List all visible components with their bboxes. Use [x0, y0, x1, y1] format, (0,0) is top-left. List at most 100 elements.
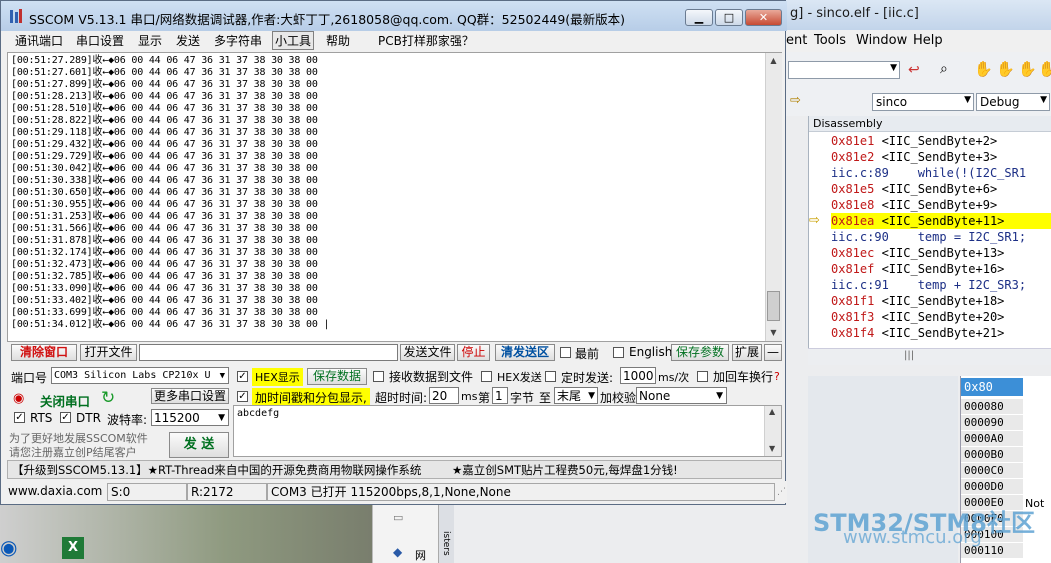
scroll-up-icon[interactable]: ▲	[766, 53, 781, 68]
port-select[interactable]: COM3 Silicon Labs CP210x U ▼	[51, 367, 229, 384]
network-icon[interactable]: ◆	[393, 545, 402, 559]
add-cr-checkbox[interactable]	[697, 371, 708, 382]
receive-area[interactable]: [00:51:27.289]收←◆06 00 44 06 47 36 31 37…	[7, 52, 782, 342]
recv-to-file-checkbox[interactable]	[373, 371, 384, 382]
hand-icon-3[interactable]: ✋	[1018, 60, 1037, 78]
clear-window-button[interactable]: 清除窗口	[11, 344, 77, 361]
sscom-titlebar[interactable]: SSCOM V5.13.1 串口/网络数据调试器,作者:大虾丁丁,2618058…	[1, 1, 787, 31]
disasm-line-current[interactable]: 0x81ea <IIC_SendByte+11>	[831, 213, 1051, 229]
receive-vertical-scrollbar[interactable]: ▲ ▼	[765, 53, 782, 341]
disasm-text: <IIC_SendByte+6>	[874, 182, 998, 196]
english-checkbox[interactable]	[613, 347, 624, 358]
file-path-field[interactable]	[139, 344, 398, 361]
scroll-down-icon[interactable]: ▼	[769, 444, 775, 453]
refresh-icon[interactable]: ↻	[101, 388, 115, 408]
disasm-line[interactable]: 0x81ec <IIC_SendByte+13>	[831, 245, 1004, 261]
scroll-grip: |||	[904, 350, 915, 361]
scroll-thumb[interactable]	[767, 291, 780, 321]
jump-icon[interactable]: ↩	[908, 62, 920, 78]
target-combo[interactable]: sinco ▼	[872, 93, 974, 111]
scroll-icon[interactable]: ▭	[393, 511, 403, 524]
chevron-down-icon: ▼	[219, 371, 225, 381]
menu-display[interactable]: 显示	[136, 32, 164, 49]
dtr-checkbox[interactable]: ✓	[60, 412, 71, 423]
disasm-line[interactable]: iic.c:90 temp = I2C_SR1;	[831, 229, 1026, 245]
expand-button[interactable]: 扩展	[732, 344, 762, 361]
send-vertical-scrollbar[interactable]: ▲ ▼	[764, 406, 781, 456]
open-file-button[interactable]: 打开文件	[80, 344, 137, 361]
send-file-button[interactable]: 发送文件	[400, 344, 455, 361]
menu-pcb-ad[interactable]: PCB打样那家强？	[376, 32, 476, 49]
close-port-button[interactable]: 关闭串口	[40, 391, 90, 410]
disasm-line[interactable]: 0x81e1 <IIC_SendByte+2>	[831, 133, 997, 149]
minimize-button[interactable]: ▁	[685, 9, 713, 26]
disasm-text: <IIC_SendByte+11>	[874, 214, 1005, 228]
hex-display-checkbox[interactable]: ✓	[237, 371, 248, 382]
hand-icon[interactable]: ✋	[974, 60, 993, 78]
save-params-button[interactable]: 保存参数	[671, 344, 729, 361]
end-select[interactable]: 末尾 ▼	[554, 387, 598, 404]
find-icon[interactable]: ⌕	[940, 61, 948, 77]
checksum-select[interactable]: None ▼	[636, 387, 727, 404]
timestamp-checkbox[interactable]: ✓	[237, 391, 248, 402]
register-promo[interactable]: 为了更好地发展SSCOM软件 请您注册嘉立创P结尾客户	[9, 432, 148, 460]
english-label: English	[629, 345, 673, 359]
stop-button[interactable]: 停止	[457, 344, 490, 361]
status-website[interactable]: www.daxia.com	[5, 483, 107, 501]
baud-select[interactable]: 115200 ▼	[151, 409, 229, 426]
menu-serial-settings[interactable]: 串口设置	[74, 32, 126, 49]
clear-send-button[interactable]: 清发送区	[495, 344, 555, 361]
ide-menu-item[interactable]: ent	[786, 33, 807, 48]
hand-icon-4[interactable]: ✋	[1038, 60, 1051, 78]
disasm-line[interactable]: 0x81e5 <IIC_SendByte+6>	[831, 181, 997, 197]
ide-menu-window[interactable]: Window	[856, 33, 907, 48]
scroll-down-icon[interactable]: ▼	[766, 325, 781, 340]
disasm-line[interactable]: 0x81f4 <IIC_SendByte+21>	[831, 325, 1004, 341]
send-button[interactable]: 发 送	[169, 432, 229, 458]
disasm-text: temp + I2C_SR3;	[888, 278, 1027, 292]
topmost-checkbox[interactable]	[560, 347, 571, 358]
menu-comm-port[interactable]: 通讯端口	[13, 32, 65, 49]
registers-tab[interactable]: isters	[438, 505, 454, 563]
resize-grip-icon[interactable]: ⋰	[777, 487, 786, 497]
disasm-line[interactable]: 0x81e2 <IIC_SendByte+3>	[831, 149, 997, 165]
interval-input[interactable]: 1000	[620, 367, 656, 384]
timeout-input[interactable]: 20	[429, 387, 459, 404]
memory-address-input[interactable]: 0x80	[961, 378, 1023, 396]
ide-menu-tools[interactable]: Tools	[814, 33, 846, 48]
disasm-horizontal-scrollbar[interactable]: |||	[808, 348, 1051, 365]
scroll-up-icon[interactable]: ▲	[769, 407, 775, 416]
menu-send[interactable]: 发送	[174, 32, 202, 49]
disasm-line[interactable]: 0x81e8 <IIC_SendByte+9>	[831, 197, 997, 213]
hex-send-checkbox[interactable]	[481, 371, 492, 382]
hand-icon-2[interactable]: ✋	[996, 60, 1015, 78]
menu-multi-string[interactable]: 多字符串	[212, 32, 264, 49]
ide-search-combo[interactable]: ▼	[788, 61, 900, 79]
timeout-unit: ms	[461, 390, 478, 403]
menu-tools[interactable]: 小工具	[272, 31, 315, 50]
collapse-button[interactable]: —	[764, 344, 782, 361]
maximize-button[interactable]: □	[715, 9, 743, 26]
byte-index-input[interactable]: 1	[492, 387, 508, 404]
close-button[interactable]: ✕	[745, 9, 782, 26]
received-line: [00:51:30.955]收←◆06 00 44 06 47 36 31 37…	[11, 199, 318, 210]
globe-icon[interactable]: ◉	[0, 535, 17, 559]
disasm-line[interactable]: iic.c:89 while(!(I2C_SR1	[831, 165, 1026, 181]
timed-send-checkbox[interactable]	[545, 371, 556, 382]
disasm-line[interactable]: 0x81ef <IIC_SendByte+16>	[831, 261, 1004, 277]
promo-rtthread-link[interactable]: 【升级到SSCOM5.13.1】★RT-Thread来自中国的开源免费商用物联网…	[12, 462, 421, 478]
save-data-button[interactable]: 保存数据	[307, 368, 367, 385]
arrow-icon[interactable]: ⇨	[790, 93, 801, 108]
more-port-settings-button[interactable]: 更多串口设置	[151, 388, 229, 404]
config-combo[interactable]: Debug ▼	[976, 93, 1050, 111]
excel-icon[interactable]: X	[62, 537, 84, 559]
menu-help[interactable]: 帮助	[324, 32, 352, 49]
disasm-line[interactable]: iic.c:91 temp + I2C_SR3;	[831, 277, 1026, 293]
ide-menu-help[interactable]: Help	[913, 33, 943, 48]
rts-checkbox[interactable]: ✓	[14, 412, 25, 423]
disasm-line[interactable]: 0x81f1 <IIC_SendByte+18>	[831, 293, 1004, 309]
received-line: [00:51:27.289]收←◆06 00 44 06 47 36 31 37…	[11, 55, 318, 66]
promo-jlc-link[interactable]: ★嘉立创SMT贴片工程费50元,每焊盘1分钱!	[452, 462, 678, 478]
send-textarea[interactable]: abcdefg ▲ ▼	[233, 405, 782, 457]
disasm-line[interactable]: 0x81f3 <IIC_SendByte+20>	[831, 309, 1004, 325]
